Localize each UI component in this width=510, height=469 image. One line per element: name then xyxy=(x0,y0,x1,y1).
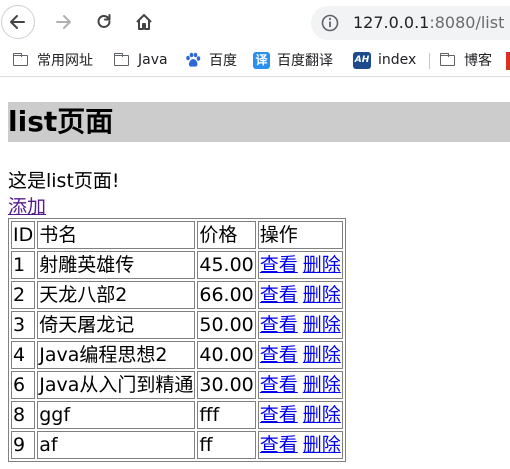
add-link[interactable]: 添加 xyxy=(8,196,46,218)
bookmark-label: 常用网址 xyxy=(37,53,93,69)
view-link[interactable]: 查看 xyxy=(260,314,298,336)
table-header-row: ID 书名 价格 操作 xyxy=(11,221,343,249)
header-name: 书名 xyxy=(37,221,196,249)
header-id: ID xyxy=(11,221,36,249)
translate-icon: 译 xyxy=(253,51,270,69)
url-host: 127.0.0.1 xyxy=(353,13,430,32)
cell-id: 9 xyxy=(11,431,36,459)
cell-price: 40.00 xyxy=(197,341,256,369)
delete-link[interactable]: 删除 xyxy=(303,434,341,456)
bookmark-label: index xyxy=(378,52,417,68)
cell-actions: 查看 删除 xyxy=(257,281,343,309)
bookmark-overflow-edge xyxy=(506,52,510,70)
cell-name: 射雕英雄传 xyxy=(37,251,196,279)
arrow-right-icon xyxy=(56,15,71,29)
cell-actions: 查看 删除 xyxy=(257,431,343,459)
cell-id: 1 xyxy=(11,251,36,279)
cell-price: 50.00 xyxy=(197,311,256,339)
delete-link[interactable]: 删除 xyxy=(303,254,341,276)
cell-name: Java从入门到精通 xyxy=(37,371,196,399)
table-row: 9 af ff 查看 删除 xyxy=(11,431,343,459)
site-info-icon[interactable] xyxy=(321,14,339,36)
folder-icon xyxy=(12,52,30,68)
browser-toolbar: 127.0.0.1:8080/list xyxy=(0,0,510,44)
page-title: list页面 xyxy=(8,102,510,142)
back-button[interactable] xyxy=(1,5,35,39)
bookmark-baidu[interactable]: 百度 xyxy=(184,50,237,70)
cell-id: 3 xyxy=(11,311,36,339)
cell-id: 4 xyxy=(11,341,36,369)
ah-icon: AH xyxy=(353,51,371,69)
bookmark-label: Java xyxy=(138,52,168,68)
cell-actions: 查看 删除 xyxy=(257,341,343,369)
view-link[interactable]: 查看 xyxy=(260,284,298,306)
delete-link[interactable]: 删除 xyxy=(303,284,341,306)
bookmark-changyong[interactable]: 常用网址 xyxy=(12,50,93,70)
header-price: 价格 xyxy=(197,221,256,249)
cell-actions: 查看 删除 xyxy=(257,401,343,429)
table-row: 2 天龙八部2 66.00 查看 删除 xyxy=(11,281,343,309)
cell-price: 30.00 xyxy=(197,371,256,399)
cell-name: af xyxy=(37,431,196,459)
cell-price: 45.00 xyxy=(197,251,256,279)
bookmark-java[interactable]: Java xyxy=(113,50,168,70)
bookmark-label: 博客 xyxy=(464,53,492,69)
bookmark-label: 百度 xyxy=(209,53,237,69)
delete-link[interactable]: 删除 xyxy=(303,314,341,336)
header-actions: 操作 xyxy=(257,221,343,249)
table-row: 4 Java编程思想2 40.00 查看 删除 xyxy=(11,341,343,369)
cell-actions: 查看 删除 xyxy=(257,311,343,339)
bookmark-index[interactable]: AH index xyxy=(353,50,416,70)
bookmark-baidu-fanyi[interactable]: 译 百度翻译 xyxy=(253,50,333,70)
folder-icon xyxy=(113,52,131,68)
delete-link[interactable]: 删除 xyxy=(303,374,341,396)
view-link[interactable]: 查看 xyxy=(260,434,298,456)
cell-price: 66.00 xyxy=(197,281,256,309)
cell-price: fff xyxy=(197,401,256,429)
cell-name: Java编程思想2 xyxy=(37,341,196,369)
table-row: 1 射雕英雄传 45.00 查看 删除 xyxy=(11,251,343,279)
view-link[interactable]: 查看 xyxy=(260,254,298,276)
cell-actions: 查看 删除 xyxy=(257,251,343,279)
table-row: 8 ggf fff 查看 删除 xyxy=(11,401,343,429)
reload-icon xyxy=(97,14,111,28)
reload-button[interactable] xyxy=(87,5,121,39)
arrow-left-icon xyxy=(10,15,25,29)
cell-price: ff xyxy=(197,431,256,459)
table-body: 1 射雕英雄传 45.00 查看 删除 2 天龙八部2 66.00 查看 删除 3 倚天屠龙记 50.0… xyxy=(11,251,343,459)
books-table: ID 书名 价格 操作 1 射雕英雄传 45.00 查看 删除 2 天龙八部2 66.00 查看… xyxy=(8,218,346,462)
home-icon xyxy=(136,14,152,30)
cell-id: 6 xyxy=(11,371,36,399)
cell-name: 天龙八部2 xyxy=(37,281,196,309)
bookmark-boke[interactable]: 博客 xyxy=(439,50,492,70)
cell-name: 倚天屠龙记 xyxy=(37,311,196,339)
baidu-paw-icon xyxy=(184,52,202,68)
folder-icon xyxy=(439,52,457,68)
bookmarks-bar: 常用网址 Java 百度 译 百度翻译 AH index 博客 xyxy=(0,44,510,77)
view-link[interactable]: 查看 xyxy=(260,344,298,366)
address-bar[interactable]: 127.0.0.1:8080/list xyxy=(311,6,510,40)
cell-id: 2 xyxy=(11,281,36,309)
forward-button[interactable] xyxy=(47,5,81,39)
table-row: 3 倚天屠龙记 50.00 查看 删除 xyxy=(11,311,343,339)
view-link[interactable]: 查看 xyxy=(260,374,298,396)
delete-link[interactable]: 删除 xyxy=(303,404,341,426)
cell-name: ggf xyxy=(37,401,196,429)
home-button[interactable] xyxy=(127,5,161,39)
cell-actions: 查看 删除 xyxy=(257,371,343,399)
bookmark-separator xyxy=(429,53,430,69)
url-text: 127.0.0.1:8080/list xyxy=(353,13,504,32)
bookmark-label: 百度翻译 xyxy=(277,53,333,69)
url-port-path: :8080/list xyxy=(429,13,505,32)
cell-id: 8 xyxy=(11,401,36,429)
view-link[interactable]: 查看 xyxy=(260,404,298,426)
delete-link[interactable]: 删除 xyxy=(303,344,341,366)
intro-text: 这是list页面! xyxy=(8,170,120,192)
table-row: 6 Java从入门到精通 30.00 查看 删除 xyxy=(11,371,343,399)
